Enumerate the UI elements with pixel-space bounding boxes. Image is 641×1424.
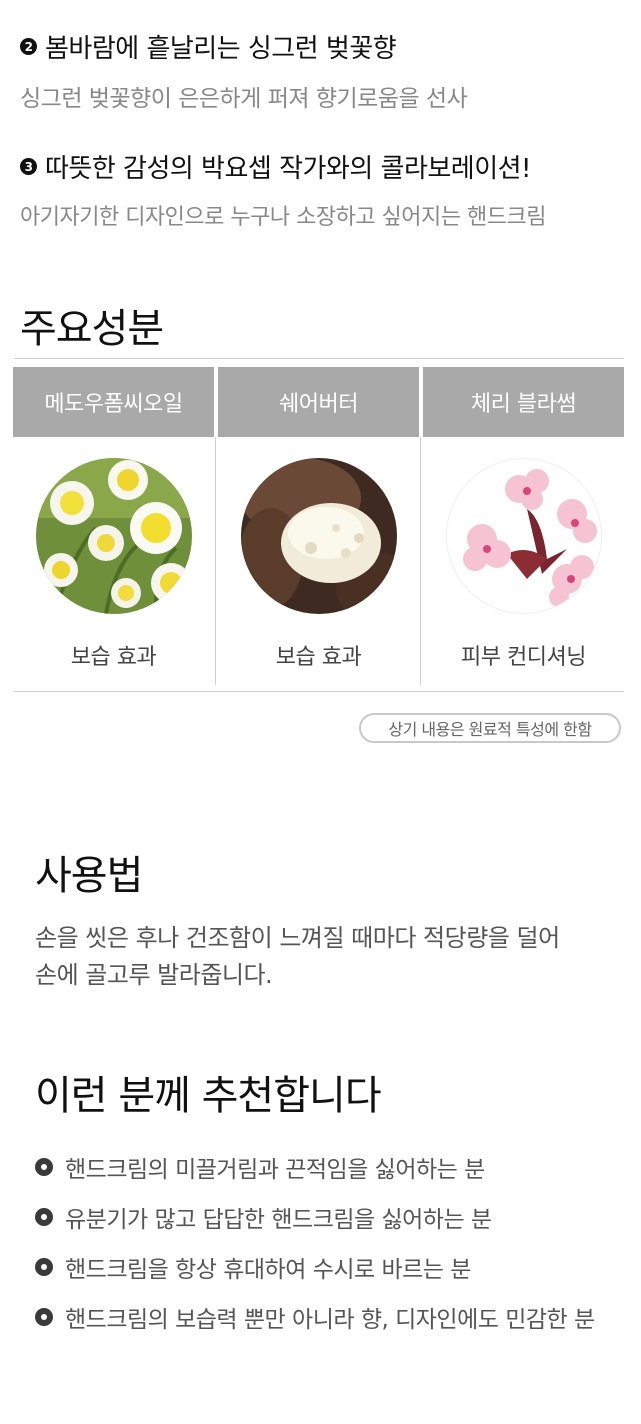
bullet-icon (35, 1208, 53, 1226)
ingredient-name: 메도우폼씨오일 (13, 367, 214, 437)
meadowfoam-flower-image (35, 458, 192, 614)
number-badge: 2 (20, 38, 37, 55)
bullet-icon (35, 1158, 53, 1176)
ingredient-effect: 보습 효과 (70, 645, 157, 670)
usage-line: 손에 골고루 발라줍니다. (35, 961, 273, 989)
usage-text: 손을 씻은 후나 건조함이 느껴질 때마다 적당량을 덜어 손에 골고루 발라줍… (35, 920, 560, 994)
column-divider (420, 437, 421, 685)
list-item-text: 핸드크림을 항상 휴대하여 수시로 바르는 분 (65, 1257, 471, 1283)
divider (14, 691, 624, 692)
ingredient-card: 메도우폼씨오일 보습 효과 (13, 367, 214, 685)
usage-line: 손을 씻은 후나 건조함이 느껴질 때마다 적당량을 덜어 (35, 924, 560, 952)
list-item-text: 핸드크림의 보습력 뿐만 아니라 향, 디자인에도 민감한 분 (65, 1307, 595, 1333)
ingredient-name: 체리 블라썸 (423, 367, 624, 437)
feature-title: 봄바람에 흩날리는 싱그런 벚꽃향 (45, 34, 397, 64)
column-divider (215, 437, 216, 685)
list-item: 핸드크림을 항상 휴대하여 수시로 바르는 분 (35, 1242, 595, 1292)
feature-point-3: 3 따뜻한 감성의 박요셉 작가와의 콜라보레이션! 아기자기한 디자인으로 누… (20, 148, 546, 231)
recommend-list: 핸드크림의 미끌거림과 끈적임을 싫어하는 분 유분기가 많고 답답한 핸드크림… (35, 1142, 595, 1342)
recommend-title: 이런 분께 추천합니다 (35, 1073, 382, 1119)
list-item: 핸드크림의 보습력 뿐만 아니라 향, 디자인에도 민감한 분 (35, 1292, 595, 1342)
usage-title: 사용법 (35, 853, 143, 899)
list-item: 핸드크림의 미끌거림과 끈적임을 싫어하는 분 (35, 1142, 595, 1192)
feature-title: 따뜻한 감성의 박요셉 작가와의 콜라보레이션! (45, 154, 531, 184)
list-item-text: 핸드크림의 미끌거림과 끈적임을 싫어하는 분 (65, 1157, 485, 1183)
ingredient-effect: 보습 효과 (275, 645, 362, 670)
feature-desc: 싱그런 벚꽃향이 은은하게 퍼져 향기로움을 선사 (20, 86, 468, 112)
ingredient-effect: 피부 컨디셔닝 (461, 645, 586, 670)
ingredient-card: 쉐어버터 보습 효과 (218, 367, 419, 685)
list-item: 유분기가 많고 답답한 핸드크림을 싫어하는 분 (35, 1192, 595, 1242)
disclaimer-note: 상기 내용은 원료적 특성에 한함 (359, 713, 621, 743)
ingredients-title: 주요성분 (20, 306, 164, 352)
ingredient-name: 쉐어버터 (218, 367, 419, 437)
shea-butter-image (240, 458, 397, 614)
ingredient-card: 체리 블라썸 피부 컨디셔닝 (423, 367, 624, 685)
bullet-icon (35, 1308, 53, 1326)
feature-point-2: 2 봄바람에 흩날리는 싱그런 벚꽃향 싱그런 벚꽃향이 은은하게 퍼져 향기로… (20, 28, 468, 113)
ingredients-table: 메도우폼씨오일 보습 효과 쉐어버터 보습 효과 체리 블라썸 피부 컨디셔닝 (13, 367, 624, 685)
feature-desc: 아기자기한 디자인으로 누구나 소장하고 싶어지는 핸드크림 (20, 205, 546, 230)
list-item-text: 유분기가 많고 답답한 핸드크림을 싫어하는 분 (65, 1207, 492, 1233)
cherry-blossom-image (445, 458, 602, 614)
divider (14, 358, 624, 359)
number-badge: 3 (20, 158, 37, 175)
bullet-icon (35, 1258, 53, 1276)
